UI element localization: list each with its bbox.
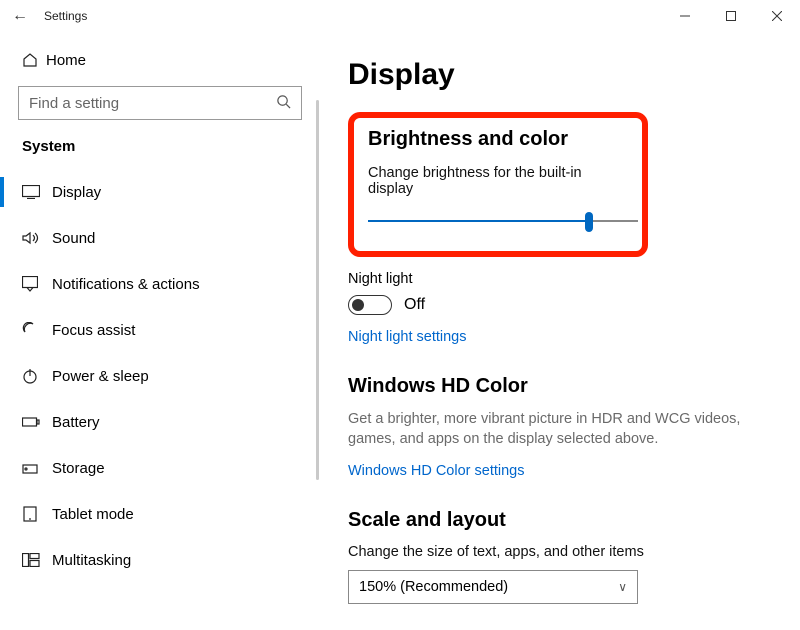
sidebar-item-label: Multitasking [52,552,131,569]
minimize-button[interactable] [662,0,708,32]
sidebar-item-display[interactable]: Display [0,169,320,215]
multitasking-icon [22,553,52,567]
page-title: Display [348,58,772,92]
window-title: Settings [44,9,87,23]
sidebar-scrollbar[interactable] [316,100,319,480]
display-icon [22,185,52,199]
storage-icon [22,460,52,476]
night-light-toggle[interactable] [348,295,392,315]
night-light-settings-link[interactable]: Night light settings [348,329,772,345]
notifications-icon [22,276,52,292]
chevron-down-icon: ∨ [618,580,627,594]
search-icon [276,94,291,113]
focus-assist-icon [22,322,52,338]
maximize-button[interactable] [708,0,754,32]
back-button[interactable]: ← [0,7,40,25]
search-placeholder: Find a setting [29,95,119,112]
sidebar-item-storage[interactable]: Storage [0,445,320,491]
scale-value: 150% (Recommended) [359,579,508,595]
night-light-state: Off [404,296,425,314]
home-link[interactable]: Home [0,40,320,80]
sidebar-item-label: Focus assist [52,322,135,339]
tablet-icon [22,506,52,522]
scale-label: Change the size of text, apps, and other… [348,544,772,560]
sound-icon [22,231,52,245]
sidebar-item-label: Power & sleep [52,368,149,385]
sidebar-item-power-sleep[interactable]: Power & sleep [0,353,320,399]
night-light-label: Night light [348,271,772,287]
sidebar-item-label: Battery [52,414,100,431]
slider-fill [368,220,589,222]
search-input[interactable]: Find a setting [18,86,302,120]
brightness-highlight-box: Brightness and color Change brightness f… [348,112,648,257]
sidebar-item-label: Sound [52,230,95,247]
sidebar-item-sound[interactable]: Sound [0,215,320,261]
power-icon [22,368,52,384]
home-label: Home [46,52,86,69]
sidebar-item-label: Storage [52,460,105,477]
hd-color-settings-link[interactable]: Windows HD Color settings [348,463,772,479]
toggle-knob [352,299,364,311]
hd-color-heading: Windows HD Color [348,375,772,398]
sidebar-item-battery[interactable]: Battery [0,399,320,445]
sidebar-item-label: Notifications & actions [52,276,200,293]
brightness-heading: Brightness and color [368,128,628,151]
scale-heading: Scale and layout [348,509,772,532]
slider-thumb[interactable] [585,212,593,232]
brightness-label: Change brightness for the built-in displ… [368,165,628,197]
scale-dropdown[interactable]: 150% (Recommended) ∨ [348,570,638,604]
sidebar-item-multitasking[interactable]: Multitasking [0,537,320,583]
sidebar-item-label: Tablet mode [52,506,134,523]
sidebar-item-focus-assist[interactable]: Focus assist [0,307,320,353]
close-button[interactable] [754,0,800,32]
sidebar-item-tablet-mode[interactable]: Tablet mode [0,491,320,537]
sidebar-item-label: Display [52,184,101,201]
battery-icon [22,416,52,428]
sidebar-item-notifications[interactable]: Notifications & actions [0,261,320,307]
home-icon [22,52,46,68]
hd-color-desc: Get a brighter, more vibrant picture in … [348,410,768,449]
sidebar-section-title: System [0,136,320,169]
brightness-slider[interactable] [368,209,638,233]
